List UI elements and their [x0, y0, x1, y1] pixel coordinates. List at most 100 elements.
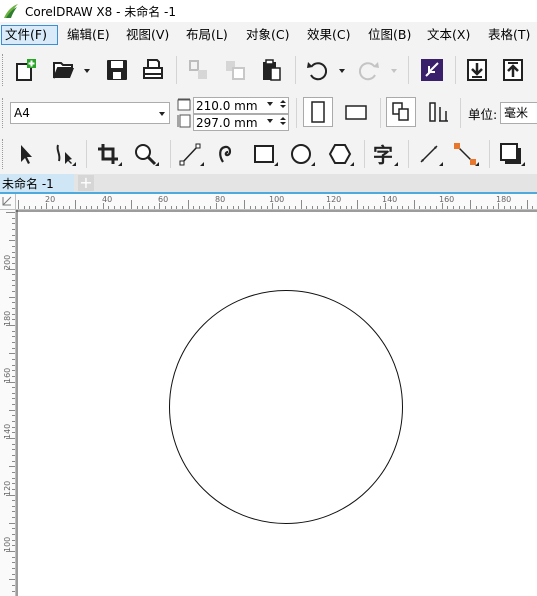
v-ruler-tick: [12, 341, 15, 343]
new-tab-button[interactable]: +: [78, 175, 94, 191]
menu-layout[interactable]: 布局(L): [183, 25, 231, 45]
h-ruler-tick: [464, 206, 466, 209]
drop-shadow-tool-icon[interactable]: [499, 142, 523, 166]
page-width-spinner-icon[interactable]: [279, 98, 287, 110]
undo-dropdown-icon[interactable]: [339, 69, 345, 73]
h-ruler-tick: [46, 203, 48, 209]
zoom-tool-flyout-icon[interactable]: [155, 162, 159, 166]
document-tab[interactable]: 未命名 -1: [0, 174, 74, 192]
new-document-icon[interactable]: [14, 58, 38, 82]
h-ruler-tick: [323, 206, 325, 209]
connector-tool-flyout-icon[interactable]: [475, 162, 479, 166]
v-ruler-tick: [12, 217, 15, 219]
freehand-tool-icon[interactable]: [178, 142, 202, 166]
import-icon[interactable]: [465, 58, 489, 82]
h-ruler-tick: [255, 206, 257, 209]
launcher-icon[interactable]: [420, 58, 444, 82]
page-height-dropdown-icon[interactable]: [267, 119, 273, 123]
page-size-dropdown-icon[interactable]: [159, 112, 165, 116]
units-value: 毫米: [504, 106, 529, 120]
h-ruler-tick: [532, 206, 534, 209]
v-ruler-tick: [6, 494, 15, 496]
menu-view[interactable]: 视图(V): [123, 25, 172, 45]
crop-tool-flyout-icon[interactable]: [118, 162, 122, 166]
h-ruler-tick: [328, 203, 330, 209]
polygon-tool-icon[interactable]: [328, 142, 352, 166]
ruler-origin[interactable]: [0, 194, 16, 210]
menu-object[interactable]: 对象(C): [243, 25, 292, 45]
v-ruler-tick: [12, 573, 15, 575]
v-ruler-tick: [12, 511, 15, 513]
v-ruler-tick: [6, 438, 15, 439]
h-ruler-tick: [481, 206, 483, 209]
pick-tool-icon[interactable]: [14, 142, 38, 166]
artistic-media-tool-icon[interactable]: [216, 142, 240, 166]
open-dropdown-icon[interactable]: [84, 69, 90, 73]
h-ruler-tick: [458, 206, 460, 209]
menu-text[interactable]: 文本(X): [424, 25, 473, 45]
portrait-orientation-button[interactable]: [303, 97, 333, 127]
h-ruler-tick: [385, 203, 387, 209]
v-ruler-tick: [12, 500, 15, 502]
undo-icon[interactable]: [305, 58, 329, 82]
page-width-dropdown-icon[interactable]: [267, 102, 273, 106]
freehand-tool-flyout-icon[interactable]: [200, 162, 204, 166]
h-ruler-tick: [266, 206, 268, 209]
text-tool-icon[interactable]: 字: [372, 142, 396, 166]
open-folder-icon[interactable]: [52, 58, 76, 82]
v-ruler-tick: [6, 212, 15, 213]
rectangle-tool-flyout-icon[interactable]: [274, 162, 278, 166]
v-ruler-tick: [9, 522, 15, 524]
dimension-tool-flyout-icon[interactable]: [439, 162, 443, 166]
menu-bitmaps[interactable]: 位图(B): [365, 25, 414, 45]
save-icon[interactable]: [105, 58, 129, 82]
ellipse-tool-icon[interactable]: [289, 142, 313, 166]
drawing-canvas[interactable]: [16, 210, 537, 596]
v-ruler-tick: [12, 358, 15, 360]
units-select[interactable]: 毫米: [500, 102, 537, 124]
menu-effects[interactable]: 效果(C): [304, 25, 353, 45]
vertical-ruler[interactable]: 200 180 160 140 120 100: [0, 210, 16, 596]
h-ruler-tick: [187, 200, 189, 209]
rectangle-tool-icon[interactable]: [252, 142, 276, 166]
print-icon[interactable]: [141, 58, 165, 82]
landscape-orientation-button[interactable]: [341, 97, 371, 127]
menu-edit[interactable]: 编辑(E): [64, 25, 113, 45]
current-page-button[interactable]: [424, 97, 454, 127]
menu-table[interactable]: 表格(T): [485, 25, 533, 45]
page-width-icon: [177, 98, 191, 112]
h-ruler-tick: [294, 206, 296, 209]
zoom-tool-icon[interactable]: [133, 142, 157, 166]
v-ruler-tick: [9, 466, 15, 468]
ellipse-shape[interactable]: [169, 290, 403, 524]
h-ruler-tick: [142, 206, 144, 209]
v-ruler-tick: [12, 471, 15, 473]
export-icon[interactable]: [501, 58, 525, 82]
drop-shadow-tool-flyout-icon[interactable]: [521, 162, 525, 166]
v-ruler-tick: [12, 449, 15, 451]
horizontal-ruler[interactable]: 20 40 60 80 100 120 140 160 180: [16, 194, 537, 210]
shape-tool-flyout-icon[interactable]: [72, 162, 76, 166]
h-ruler-tick: [57, 206, 59, 209]
export-disabled-icon: [223, 58, 247, 82]
page-size-select[interactable]: A4: [10, 102, 170, 124]
h-ruler-tick: [430, 206, 432, 209]
menu-file[interactable]: 文件(F): [1, 25, 58, 45]
title-bar: CorelDRAW X8 - 未命名 -1: [0, 0, 537, 22]
text-tool-flyout-icon[interactable]: [394, 162, 398, 166]
v-ruler-tick: [9, 240, 15, 242]
page-height-field[interactable]: 297.0 mm: [193, 114, 289, 131]
h-ruler-tick: [334, 206, 336, 209]
ellipse-tool-flyout-icon[interactable]: [311, 162, 315, 166]
crop-tool-icon[interactable]: [96, 142, 120, 166]
all-pages-button[interactable]: [386, 97, 416, 127]
connector-tool-icon[interactable]: [453, 142, 477, 166]
page-height-spinner-icon[interactable]: [279, 115, 287, 127]
v-ruler-tick: [12, 375, 15, 377]
page-width-field[interactable]: 210.0 mm: [193, 97, 289, 114]
clipboard-paste-icon[interactable]: [259, 58, 283, 82]
v-ruler-tick: [12, 488, 15, 490]
dimension-tool-icon[interactable]: [417, 142, 441, 166]
polygon-tool-flyout-icon[interactable]: [350, 162, 354, 166]
v-ruler-tick: [12, 308, 15, 310]
